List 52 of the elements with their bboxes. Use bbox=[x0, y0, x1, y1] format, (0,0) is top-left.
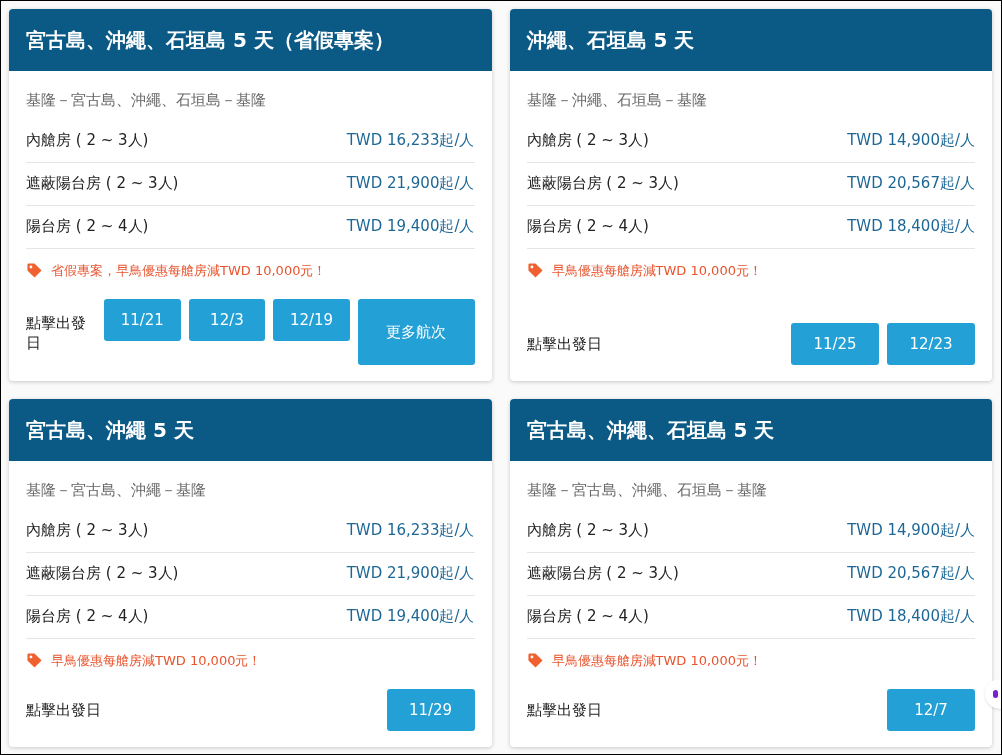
room-type: 遮蔽陽台房 ( 2 ~ 3人) bbox=[26, 563, 179, 585]
card-title: 沖繩、石垣島 5 天 bbox=[526, 27, 695, 54]
card-title: 宮古島、沖繩、石垣島 5 天 bbox=[526, 417, 775, 444]
room-price: TWD 16,233起/人 bbox=[346, 130, 475, 152]
departure-label: 點擊出發日 bbox=[526, 333, 603, 355]
room-type: 遮蔽陽台房 ( 2 ~ 3人) bbox=[526, 173, 679, 195]
promo-text: 省假專案，早鳥優惠每艙房減TWD 10,000元！ bbox=[51, 261, 327, 280]
room-price: TWD 14,900起/人 bbox=[847, 130, 975, 152]
room-type: 內艙房 ( 2 ~ 3人) bbox=[526, 130, 649, 152]
tag-icon bbox=[26, 261, 43, 279]
date-button[interactable]: 12/7 bbox=[887, 689, 975, 731]
date-button[interactable]: 11/29 bbox=[386, 689, 475, 731]
card-title: 宮古島、沖繩 5 天 bbox=[26, 417, 194, 444]
date-button[interactable]: 11/21 bbox=[104, 299, 181, 341]
room-price: TWD 18,400起/人 bbox=[847, 606, 975, 628]
date-button[interactable]: 12/19 bbox=[273, 299, 350, 341]
room-type: 陽台房 ( 2 ~ 4人) bbox=[26, 216, 149, 238]
room-type: 遮蔽陽台房 ( 2 ~ 3人) bbox=[26, 173, 179, 195]
date-button[interactable]: 更多航次 bbox=[357, 299, 475, 365]
room-price: TWD 16,233起/人 bbox=[346, 520, 475, 542]
date-button[interactable]: 12/23 bbox=[887, 323, 975, 365]
promo-text: 早鳥優惠每艙房減TWD 10,000元！ bbox=[51, 651, 262, 670]
room-price: TWD 18,400起/人 bbox=[847, 216, 975, 238]
room-price: TWD 19,400起/人 bbox=[346, 216, 475, 238]
card-title: 宮古島、沖繩、石垣島 5 天（省假專案） bbox=[26, 27, 394, 54]
room-type: 陽台房 ( 2 ~ 4人) bbox=[26, 606, 149, 628]
tag-icon bbox=[526, 261, 544, 279]
departure-label: 點擊出發日 bbox=[526, 699, 603, 721]
room-type: 遮蔽陽台房 ( 2 ~ 3人) bbox=[526, 563, 679, 585]
room-type: 陽台房 ( 2 ~ 4人) bbox=[526, 216, 649, 238]
tag-icon bbox=[26, 651, 43, 669]
room-price: TWD 19,400起/人 bbox=[346, 606, 475, 628]
promo-text: 早鳥優惠每艙房減TWD 10,000元！ bbox=[551, 261, 762, 280]
date-button[interactable]: 12/3 bbox=[188, 299, 266, 341]
route-text: 基隆－沖繩、石垣島－基隆 bbox=[526, 90, 708, 111]
promo-text: 早鳥優惠每艙房減TWD 10,000元！ bbox=[551, 651, 762, 670]
route-text: 基隆－宮古島、沖繩、石垣島－基隆 bbox=[26, 90, 267, 111]
room-type: 陽台房 ( 2 ~ 4人) bbox=[526, 606, 649, 628]
departure-label: 點擊出發日 bbox=[26, 313, 87, 353]
route-text: 基隆－宮古島、沖繩－基隆 bbox=[26, 480, 207, 501]
room-type: 內艙房 ( 2 ~ 3人) bbox=[26, 520, 149, 542]
date-button[interactable]: 11/25 bbox=[791, 323, 879, 365]
tag-icon bbox=[526, 651, 544, 669]
room-price: TWD 20,567起/人 bbox=[847, 563, 975, 585]
departure-label: 點擊出發日 bbox=[26, 699, 102, 721]
room-price: TWD 21,900起/人 bbox=[346, 563, 475, 585]
route-text: 基隆－宮古島、沖繩、石垣島－基隆 bbox=[526, 480, 768, 501]
room-type: 內艙房 ( 2 ~ 3人) bbox=[526, 520, 649, 542]
room-price: TWD 20,567起/人 bbox=[847, 173, 975, 195]
room-price: TWD 21,900起/人 bbox=[346, 173, 475, 195]
room-price: TWD 14,900起/人 bbox=[847, 520, 975, 542]
room-type: 內艙房 ( 2 ~ 3人) bbox=[26, 130, 149, 152]
